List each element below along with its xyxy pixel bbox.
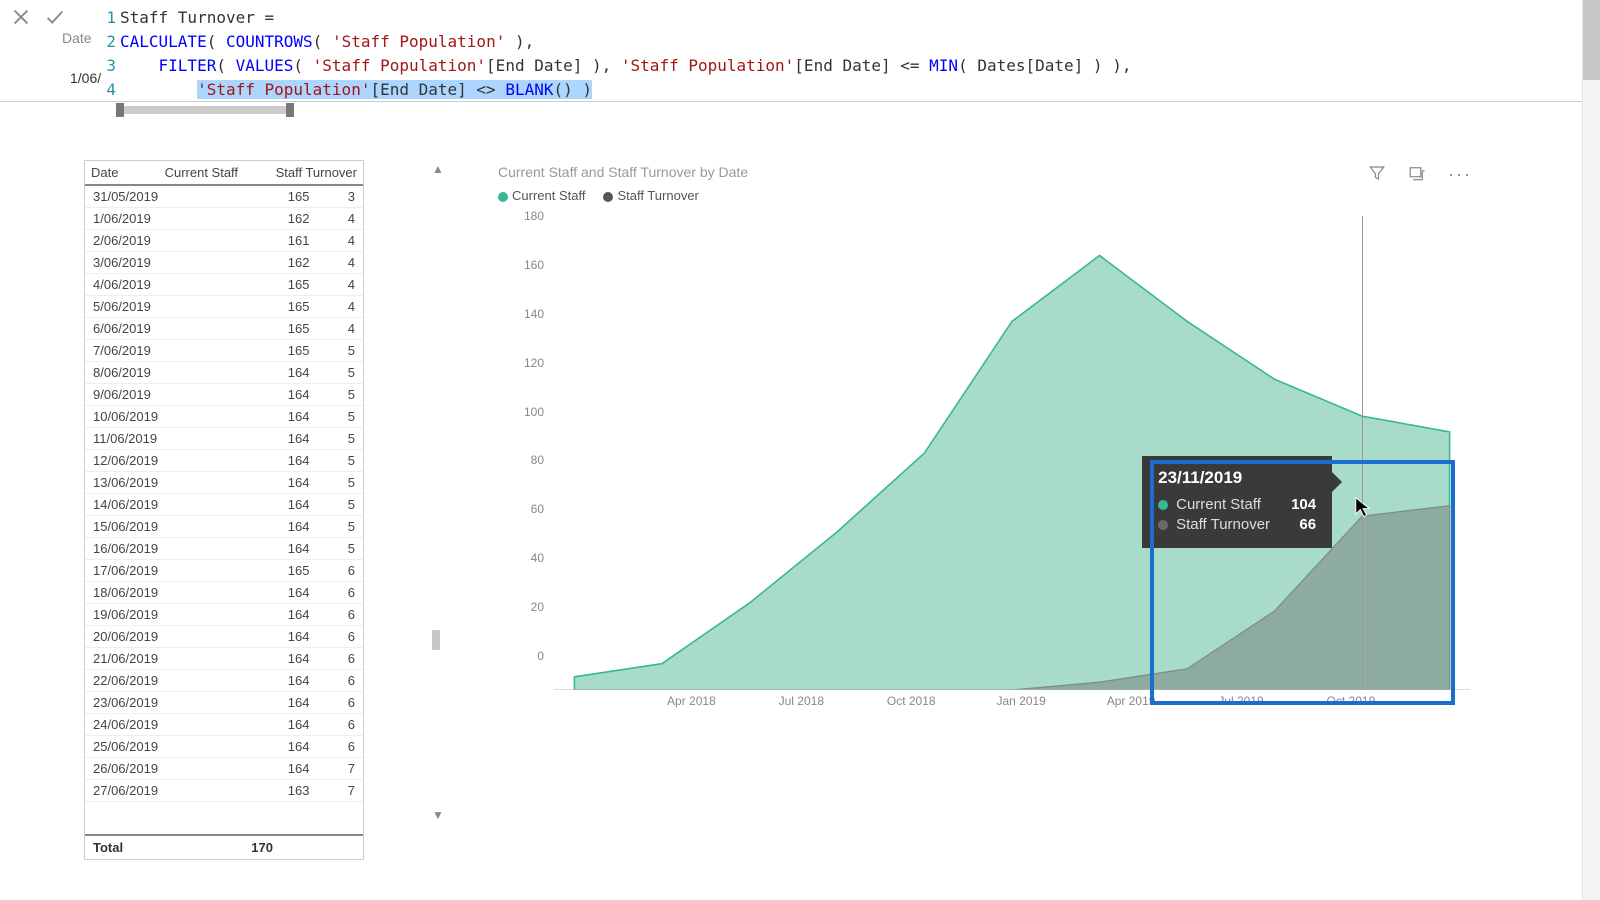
zoom-thumb-right[interactable] — [286, 103, 294, 117]
table-row[interactable]: 5/06/20191654 — [85, 296, 363, 318]
formula-editor[interactable]: Staff Turnover =CALCULATE( COUNTROWS( 'S… — [120, 0, 1600, 101]
zoom-thumb-left[interactable] — [116, 103, 124, 117]
scroll-down-icon[interactable]: ▼ — [432, 808, 444, 822]
table-row[interactable]: 14/06/20191645 — [85, 494, 363, 516]
chart-plot: 020406080100120140160180 23/11/2019Curre… — [510, 216, 1470, 690]
chart-legend: Current Staff Staff Turnover — [490, 184, 1480, 207]
table-row[interactable]: 11/06/20191645 — [85, 428, 363, 450]
legend-dot-icon — [498, 192, 508, 202]
tooltip-dot-icon — [1158, 500, 1168, 510]
tooltip-series-label: Staff Turnover — [1176, 516, 1270, 533]
y-tick-label: 160 — [524, 258, 544, 272]
formula-zoom-slider[interactable] — [120, 106, 290, 114]
chart-title: Current Staff and Staff Turnover by Date — [490, 160, 1480, 184]
slicer-label-cut: Date — [62, 30, 92, 46]
table-row[interactable]: 12/06/20191645 — [85, 450, 363, 472]
formula-cancel-icon[interactable] — [10, 6, 32, 31]
x-tick-label: Jul 2019 — [1218, 694, 1263, 708]
y-tick-label: 40 — [531, 551, 544, 565]
table-row[interactable]: 10/06/20191645 — [85, 406, 363, 428]
legend-dot-icon — [603, 192, 613, 202]
chart-header-actions: ··· — [1368, 164, 1472, 185]
table-row[interactable]: 13/06/20191645 — [85, 472, 363, 494]
tooltip-row: Staff Turnover 66 — [1158, 516, 1316, 533]
chart-x-axis: Apr 2018 Jul 2018 Oct 2018 Jan 2019 Apr 2019… — [510, 694, 1470, 714]
table-row[interactable]: 16/06/20191645 — [85, 538, 363, 560]
x-tick-label: Jan 2019 — [996, 694, 1045, 708]
table-row[interactable]: 20/06/20191646 — [85, 626, 363, 648]
table-header[interactable]: Staff Turnover — [244, 161, 363, 185]
y-tick-label: 20 — [531, 600, 544, 614]
total-value: 170 — [183, 840, 273, 855]
formula-bar: Date 1/06/ 1234 Staff Turnover =CALCULAT… — [0, 0, 1600, 102]
tooltip-date: 23/11/2019 — [1158, 468, 1316, 488]
table-visual[interactable]: DateCurrent StaffStaff Turnover 31/05/20… — [84, 160, 364, 860]
formula-commit-icon[interactable] — [44, 6, 66, 31]
table-row[interactable]: 7/06/20191655 — [85, 340, 363, 362]
table-row[interactable]: 26/06/20191647 — [85, 758, 363, 780]
table-row[interactable]: 27/06/20191637 — [85, 780, 363, 802]
table-row[interactable]: 9/06/20191645 — [85, 384, 363, 406]
legend-item[interactable]: Staff Turnover — [603, 188, 698, 203]
formula-gutter: 1234 — [100, 0, 120, 101]
chart-y-axis: 020406080100120140160180 — [510, 216, 550, 690]
y-tick-label: 60 — [531, 502, 544, 516]
chart-plot-area[interactable]: 23/11/2019 Current Staff 104 Staff Turnover… — [554, 216, 1470, 690]
chart-visual[interactable]: Current Staff and Staff Turnover by Date… — [490, 160, 1480, 720]
table-row[interactable]: 8/06/20191645 — [85, 362, 363, 384]
table-row[interactable]: 2/06/20191614 — [85, 230, 363, 252]
table-row[interactable]: 24/06/20191646 — [85, 714, 363, 736]
legend-item[interactable]: Current Staff — [498, 188, 585, 203]
table-row[interactable]: 15/06/20191645 — [85, 516, 363, 538]
y-tick-label: 80 — [531, 453, 544, 467]
y-tick-label: 0 — [537, 649, 544, 663]
table-row[interactable]: 6/06/20191654 — [85, 318, 363, 340]
table-row[interactable]: 18/06/20191646 — [85, 582, 363, 604]
focus-mode-icon[interactable] — [1408, 164, 1426, 185]
table-row[interactable]: 17/06/20191656 — [85, 560, 363, 582]
chart-svg — [554, 216, 1470, 690]
filter-icon[interactable] — [1368, 164, 1386, 185]
table-row[interactable]: 23/06/20191646 — [85, 692, 363, 714]
tooltip-row: Current Staff 104 — [1158, 496, 1316, 513]
table-row[interactable]: 1/06/20191624 — [85, 208, 363, 230]
table-scrollbar[interactable]: ▲ ▼ — [368, 160, 448, 860]
slicer-value-cut: 1/06/ — [70, 70, 101, 86]
scroll-thumb[interactable] — [432, 630, 440, 650]
table-row[interactable]: 21/06/20191646 — [85, 648, 363, 670]
chart-hover-line — [1362, 216, 1363, 690]
tooltip-series-value: 104 — [1291, 496, 1316, 513]
page-scroll-thumb[interactable] — [1583, 0, 1600, 80]
report-canvas: DateCurrent StaffStaff Turnover 31/05/20… — [0, 160, 1600, 900]
tooltip-dot-icon — [1158, 520, 1168, 530]
table-total-row: Total 170 — [85, 834, 363, 859]
table-row[interactable]: 25/06/20191646 — [85, 736, 363, 758]
scroll-up-icon[interactable]: ▲ — [432, 162, 444, 176]
table-header[interactable]: Current Staff — [135, 161, 244, 185]
table-row[interactable]: 31/05/20191653 — [85, 186, 363, 208]
table-row[interactable]: 19/06/20191646 — [85, 604, 363, 626]
x-tick-label: Oct 2018 — [887, 694, 936, 708]
tooltip-series-value: 66 — [1299, 516, 1316, 533]
table-row[interactable]: 3/06/20191624 — [85, 252, 363, 274]
x-tick-label: Jul 2018 — [779, 694, 824, 708]
y-tick-label: 180 — [524, 209, 544, 223]
x-tick-label: Apr 2018 — [667, 694, 716, 708]
table-row[interactable]: 22/06/20191646 — [85, 670, 363, 692]
chart-tooltip: 23/11/2019 Current Staff 104 Staff Turnover… — [1142, 456, 1332, 548]
page-scrollbar[interactable] — [1582, 0, 1600, 900]
y-tick-label: 100 — [524, 405, 544, 419]
tooltip-series-label: Current Staff — [1176, 496, 1261, 513]
x-tick-label: Oct 2019 — [1327, 694, 1376, 708]
y-tick-label: 140 — [524, 307, 544, 321]
x-tick-label: Apr 2019 — [1107, 694, 1156, 708]
total-label: Total — [93, 840, 183, 855]
table-row[interactable]: 4/06/20191654 — [85, 274, 363, 296]
table-header[interactable]: Date — [85, 161, 135, 185]
more-options-icon[interactable]: ··· — [1448, 164, 1472, 185]
y-tick-label: 120 — [524, 356, 544, 370]
